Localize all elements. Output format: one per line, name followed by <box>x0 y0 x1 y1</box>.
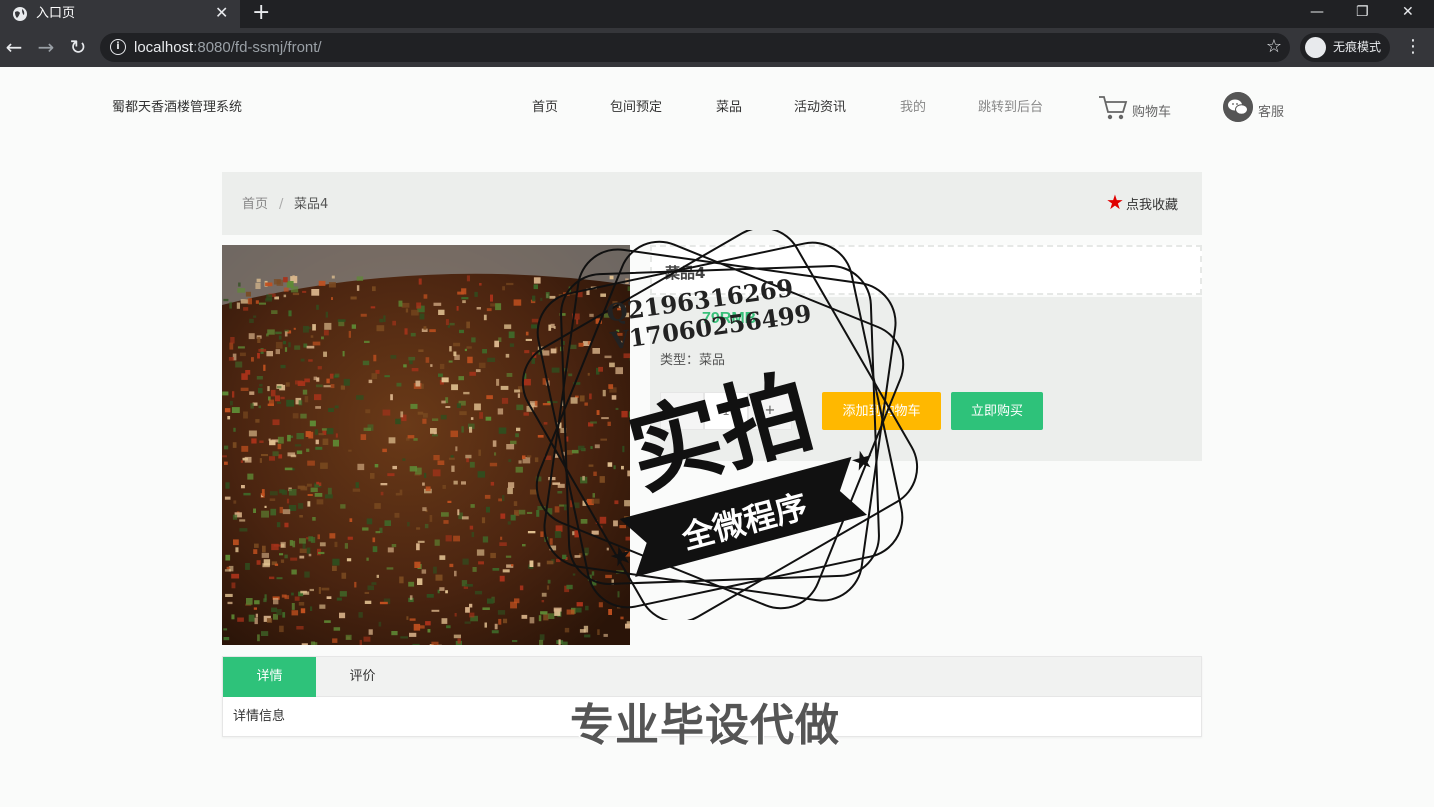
globe-icon <box>13 7 27 21</box>
detail-tabs: 详情 评价 详情信息 <box>222 656 1202 737</box>
product-name-box: 菜品4 <box>650 245 1202 295</box>
tab-review[interactable]: 评价 <box>316 657 409 697</box>
browser-menu-icon[interactable]: ⋮ <box>1404 36 1422 58</box>
forward-icon[interactable]: → <box>35 36 57 58</box>
back-icon[interactable]: ← <box>3 36 25 58</box>
site-title: 蜀都天香酒楼管理系统 <box>112 100 243 115</box>
detail-content: 详情信息 <box>233 709 286 724</box>
tab-detail[interactable]: 详情 <box>223 657 316 697</box>
product-image <box>222 245 630 645</box>
quantity-plus-button[interactable]: + <box>748 392 792 430</box>
stamp-ribbon-text: 全微程序 <box>677 487 811 557</box>
browser-tab-strip: 入口页 ✕ + — ❐ ✕ <box>0 0 1434 28</box>
cart-icon <box>1099 96 1128 120</box>
close-tab-icon[interactable]: ✕ <box>215 4 228 22</box>
nav-dishes[interactable]: 菜品 <box>716 100 742 116</box>
nav-home[interactable]: 首页 <box>532 100 558 116</box>
product-info-panel: 79RMB 类型：菜品 - 1 + <box>650 297 1202 461</box>
favorite-label: 点我收藏 <box>1126 198 1179 213</box>
quantity-minus-button[interactable]: - <box>660 392 704 430</box>
incognito-badge[interactable]: 无痕模式 <box>1300 33 1390 62</box>
tab-title: 入口页 <box>36 6 76 21</box>
breadcrumb-current: 菜品4 <box>294 197 329 212</box>
restore-icon[interactable]: ❐ <box>1356 2 1369 22</box>
buy-now-button[interactable]: 立即购买 <box>951 392 1043 430</box>
cart-label: 购物车 <box>1132 105 1172 120</box>
tabs-header: 详情 评价 <box>223 657 1201 697</box>
nav-news[interactable]: 活动资讯 <box>794 100 846 116</box>
service-label: 客服 <box>1258 105 1285 120</box>
close-window-icon[interactable]: ✕ <box>1402 2 1414 22</box>
dish-photo <box>222 245 630 645</box>
info-icon[interactable]: i <box>110 39 126 55</box>
cart-link[interactable]: 购物车 <box>1098 94 1178 124</box>
product-price: 79RMB <box>702 310 757 327</box>
star-icon: ★ <box>1106 190 1124 214</box>
nav-room-booking[interactable]: 包间预定 <box>610 100 662 116</box>
breadcrumb-home[interactable]: 首页 <box>242 197 268 213</box>
breadcrumb: 首页 / 菜品4 ★ 点我收藏 <box>222 172 1202 235</box>
url-path: :8080/fd-ssmj/front/ <box>193 39 322 56</box>
reload-icon[interactable]: ↻ <box>67 36 89 58</box>
nav-admin[interactable]: 跳转到后台 <box>978 100 1043 116</box>
product-name: 菜品4 <box>665 264 706 282</box>
add-to-cart-button[interactable]: 添加到购物车 <box>822 392 941 430</box>
url-text: localhost:8080/fd-ssmj/front/ <box>134 38 322 57</box>
bookmark-star-icon[interactable]: ☆ <box>1266 36 1282 58</box>
incognito-label: 无痕模式 <box>1333 40 1382 54</box>
address-bar[interactable]: i localhost:8080/fd-ssmj/front/ ☆ <box>100 33 1290 62</box>
wechat-icon <box>1223 92 1253 122</box>
url-host: localhost <box>134 39 194 56</box>
browser-toolbar: ← → ↻ i localhost:8080/fd-ssmj/front/ ☆ … <box>0 28 1434 67</box>
quantity-input[interactable]: 1 <box>704 392 748 430</box>
product-type: 类型：菜品 <box>660 353 726 368</box>
browser-tab[interactable]: 入口页 ✕ <box>0 0 240 28</box>
breadcrumb-separator: / <box>279 197 284 212</box>
incognito-icon <box>1305 37 1326 58</box>
customer-service-link[interactable]: 客服 <box>1223 92 1293 124</box>
minimize-icon[interactable]: — <box>1310 2 1324 22</box>
nav-mine[interactable]: 我的 <box>900 100 926 116</box>
new-tab-icon[interactable]: + <box>252 1 270 25</box>
